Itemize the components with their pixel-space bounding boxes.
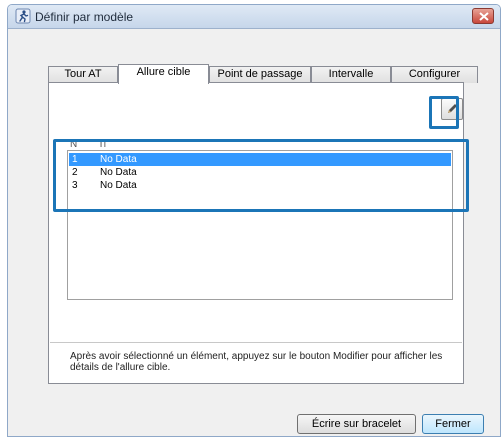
button-label: Écrire sur bracelet bbox=[311, 418, 402, 430]
close-window-button[interactable] bbox=[472, 8, 494, 24]
runner-icon bbox=[15, 8, 31, 24]
help-text: Après avoir sélectionné un élément, appu… bbox=[70, 351, 443, 373]
close-icon bbox=[479, 12, 489, 21]
tab-tour-at[interactable]: Tour AT bbox=[48, 66, 118, 83]
tab-label: Intervalle bbox=[328, 68, 374, 80]
tab-point-de-passage[interactable]: Point de passage bbox=[209, 66, 311, 83]
tab-configurer[interactable]: Configurer bbox=[391, 66, 478, 83]
title-bar[interactable]: Définir par modèle bbox=[8, 5, 500, 29]
dialog-window: Définir par modèle Tour AT Allure cible … bbox=[7, 4, 501, 437]
divider bbox=[50, 342, 462, 343]
tab-label: Allure cible bbox=[136, 66, 191, 78]
list-highlight bbox=[53, 139, 469, 212]
close-button[interactable]: Fermer bbox=[422, 414, 484, 434]
window-title: Définir par modèle bbox=[35, 10, 134, 24]
button-label: Fermer bbox=[435, 418, 471, 430]
edit-button-highlight bbox=[429, 96, 459, 129]
write-to-watch-button[interactable]: Écrire sur bracelet bbox=[297, 414, 416, 434]
tab-label: Configurer bbox=[408, 68, 461, 80]
tab-allure-cible[interactable]: Allure cible bbox=[118, 64, 209, 84]
tab-label: Tour AT bbox=[64, 68, 102, 80]
tab-panel: N Ti 1 No Data 2 No Data 3 No Data Après… bbox=[48, 82, 464, 384]
tab-label: Point de passage bbox=[217, 68, 303, 80]
tab-intervalle[interactable]: Intervalle bbox=[311, 66, 391, 83]
